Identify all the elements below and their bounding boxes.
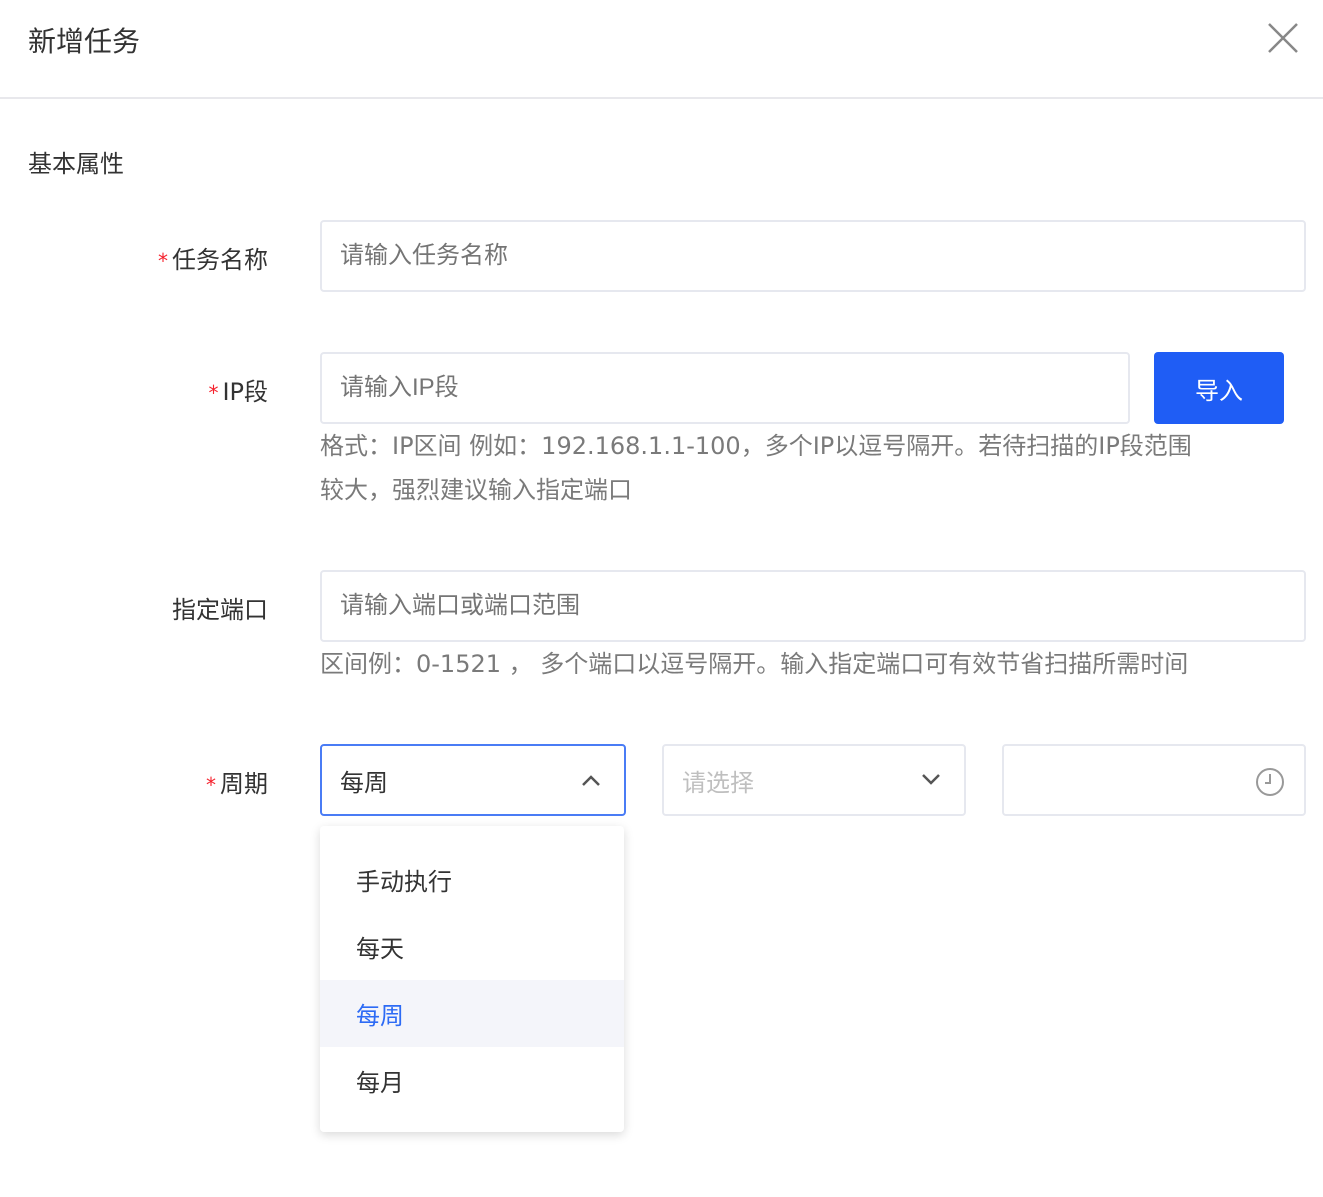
chevron-down-icon	[920, 768, 942, 790]
label-text: 任务名称	[172, 246, 268, 274]
clock-icon	[1254, 766, 1286, 798]
dialog-title: 新增任务	[28, 25, 141, 58]
period-dropdown: 手动执行 每天 每周 每月	[320, 826, 624, 1132]
option-manual[interactable]: 手动执行	[320, 846, 624, 913]
task-name-label: * 任务名称	[0, 240, 268, 275]
required-mark: *	[208, 381, 219, 405]
chevron-up-icon	[580, 770, 602, 792]
period-select[interactable]: 每周	[320, 744, 626, 816]
ip-range-input[interactable]	[320, 352, 1130, 424]
section-title: 基本属性	[28, 150, 124, 178]
port-label: 指定端口	[172, 596, 268, 624]
close-icon[interactable]	[1263, 18, 1303, 58]
period-detail-placeholder: 请选择	[682, 768, 754, 797]
task-name-input[interactable]	[320, 220, 1306, 292]
import-button[interactable]: 导入	[1154, 352, 1284, 424]
ip-help-line-2: 较大，强烈建议输入指定端口	[320, 476, 632, 504]
option-monthly[interactable]: 每月	[320, 1047, 624, 1114]
period-detail-select[interactable]: 请选择	[662, 744, 966, 816]
ip-help-line-1: 格式：IP区间 例如：192.168.1.1-100，多个IP以逗号隔开。若待扫…	[320, 432, 1192, 460]
label-text: IP段	[222, 378, 268, 406]
option-daily[interactable]: 每天	[320, 913, 624, 980]
required-mark: *	[158, 249, 168, 273]
period-selected-value: 每周	[340, 768, 388, 797]
option-weekly[interactable]: 每周	[320, 980, 624, 1047]
ip-range-label: * IP段	[0, 372, 268, 407]
header-divider	[0, 97, 1323, 99]
port-input[interactable]	[320, 570, 1306, 642]
label-text: 周期	[220, 770, 268, 798]
time-picker[interactable]	[1002, 744, 1306, 816]
required-mark: *	[206, 773, 216, 797]
period-label: * 周期	[0, 764, 268, 799]
port-help: 区间例：0-1521 ， 多个端口以逗号隔开。输入指定端口可有效节省扫描所需时间	[320, 650, 1189, 678]
